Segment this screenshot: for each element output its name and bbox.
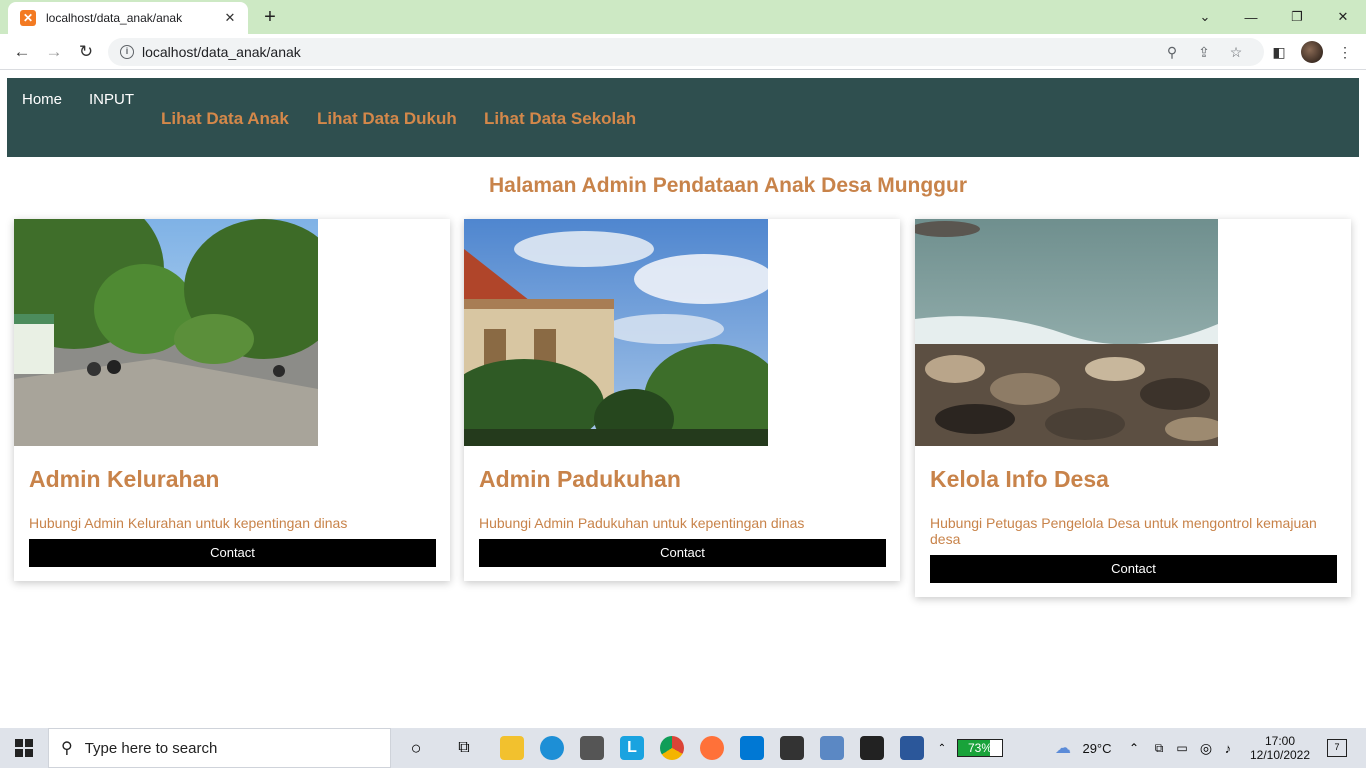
sea-rocks-photo [915, 219, 1218, 446]
site-info-icon[interactable]: i [120, 45, 134, 59]
weather-temperature[interactable]: 29°C [1080, 728, 1114, 768]
card-admin-padukuhan: Admin Padukuhan Hubungi Admin Padukuhan … [464, 219, 900, 581]
notification-count: 7 [1334, 742, 1340, 752]
volume-icon[interactable]: ♪ [1218, 728, 1238, 768]
nav-home-link[interactable]: Home [22, 91, 62, 108]
weather-cloud-icon[interactable]: ☁ [1048, 728, 1078, 768]
cortana-icon[interactable]: ○ [400, 728, 432, 768]
word-icon[interactable] [896, 728, 928, 768]
browser-toolbar: ← → ↻ i localhost/data_anak/anak ⚲ ⇪ ☆ ◧… [0, 34, 1366, 70]
battery-widget[interactable]: 73% [955, 728, 1005, 768]
close-tab-icon[interactable]: ✕ [222, 10, 238, 26]
card-admin-kelurahan: Admin Kelurahan Hubungi Admin Kelurahan … [14, 219, 450, 581]
top-navigation: Home INPUT Lihat Data Anak Lihat Data Du… [7, 78, 1359, 157]
nav-lihat-data-dukuh[interactable]: Lihat Data Dukuh [317, 109, 457, 129]
card-title: Admin Kelurahan [29, 466, 220, 492]
vscode-icon[interactable] [736, 728, 768, 768]
minimize-button[interactable]: — [1228, 0, 1274, 34]
contact-button[interactable]: Contact [479, 539, 886, 567]
contact-button[interactable]: Contact [29, 539, 436, 567]
search-placeholder: Type here to search [84, 739, 218, 757]
battery-icon[interactable]: ▭ [1172, 728, 1192, 768]
nav-lihat-data-sekolah[interactable]: Lihat Data Sekolah [484, 109, 636, 129]
windows-taskbar: ⚲ Type here to search ○ ⧉ L ⌃ 73% ☁ 29°C… [0, 728, 1366, 768]
edge-icon[interactable] [536, 728, 568, 768]
3d-viewer-icon[interactable] [816, 728, 848, 768]
tab-strip: ✕ localhost/data_anak/anak ✕ + ⌄ — ❐ ✕ [0, 0, 1366, 34]
back-button[interactable]: ← [10, 40, 34, 64]
reload-button[interactable]: ↻ [74, 40, 98, 64]
mail-icon[interactable] [576, 728, 608, 768]
taskbar-search-box[interactable]: ⚲ Type here to search [48, 728, 391, 768]
street-photo [14, 219, 318, 446]
xampp-favicon-icon: ✕ [20, 10, 36, 26]
side-panel-icon[interactable]: ◧ [1267, 40, 1291, 64]
tab-search-icon[interactable]: ⌄ [1182, 0, 1228, 34]
notifications-icon[interactable]: 7 [1320, 728, 1354, 768]
close-window-button[interactable]: ✕ [1320, 0, 1366, 34]
nav-input-link[interactable]: INPUT [89, 91, 134, 108]
bookmark-star-icon[interactable]: ☆ [1220, 44, 1252, 61]
network-globe-icon[interactable]: ◎ [1196, 728, 1216, 768]
profile-avatar[interactable] [1301, 41, 1323, 63]
windows-start-icon[interactable] [0, 728, 48, 768]
clock[interactable]: 17:00 12/10/2022 [1245, 728, 1315, 768]
card-kelola-info-desa: Kelola Info Desa Hubungi Petugas Pengelo… [915, 219, 1351, 597]
menu-kebab-icon[interactable]: ⋮ [1333, 40, 1357, 64]
card-description: Hubungi Admin Padukuhan untuk kepentinga… [479, 515, 805, 531]
new-tab-button[interactable]: + [258, 5, 282, 29]
address-bar[interactable]: i localhost/data_anak/anak ⚲ ⇪ ☆ [108, 38, 1264, 66]
file-explorer-icon[interactable] [496, 728, 528, 768]
forward-button[interactable]: → [42, 40, 66, 64]
task-view-icon[interactable]: ⧉ [448, 728, 480, 768]
video-editor-icon[interactable] [776, 728, 808, 768]
card-description: Hubungi Petugas Pengelola Desa untuk men… [930, 515, 1317, 547]
contact-button[interactable]: Contact [930, 555, 1337, 583]
show-hidden-icons-chevron-icon[interactable]: ⌃ [1126, 728, 1142, 768]
search-icon: ⚲ [61, 740, 73, 757]
card-description: Hubungi Admin Kelurahan untuk kepentinga… [29, 515, 348, 531]
card-title: Admin Padukuhan [479, 466, 681, 492]
browser-tab[interactable]: ✕ localhost/data_anak/anak ✕ [8, 2, 248, 34]
app-l-icon[interactable]: L [616, 728, 648, 768]
page-title: Halaman Admin Pendataan Anak Desa Munggu… [488, 174, 968, 197]
share-icon[interactable]: ⇪ [1188, 44, 1220, 61]
photos-icon[interactable] [856, 728, 888, 768]
nav-lihat-data-anak[interactable]: Lihat Data Anak [161, 109, 289, 129]
restore-button[interactable]: ❐ [1274, 0, 1320, 34]
zoom-icon[interactable]: ⚲ [1156, 44, 1188, 61]
firefox-icon[interactable] [696, 728, 728, 768]
url-text[interactable]: localhost/data_anak/anak [142, 44, 1156, 60]
tab-title: localhost/data_anak/anak [46, 11, 183, 25]
building-photo [464, 219, 768, 446]
card-title: Kelola Info Desa [930, 466, 1109, 492]
camera-icon[interactable]: ⧉ [1150, 728, 1168, 768]
taskbar-scroll-arrows[interactable]: ⌃ [934, 728, 950, 768]
chrome-icon[interactable] [656, 728, 688, 768]
battery-percent: 73% [967, 741, 993, 755]
